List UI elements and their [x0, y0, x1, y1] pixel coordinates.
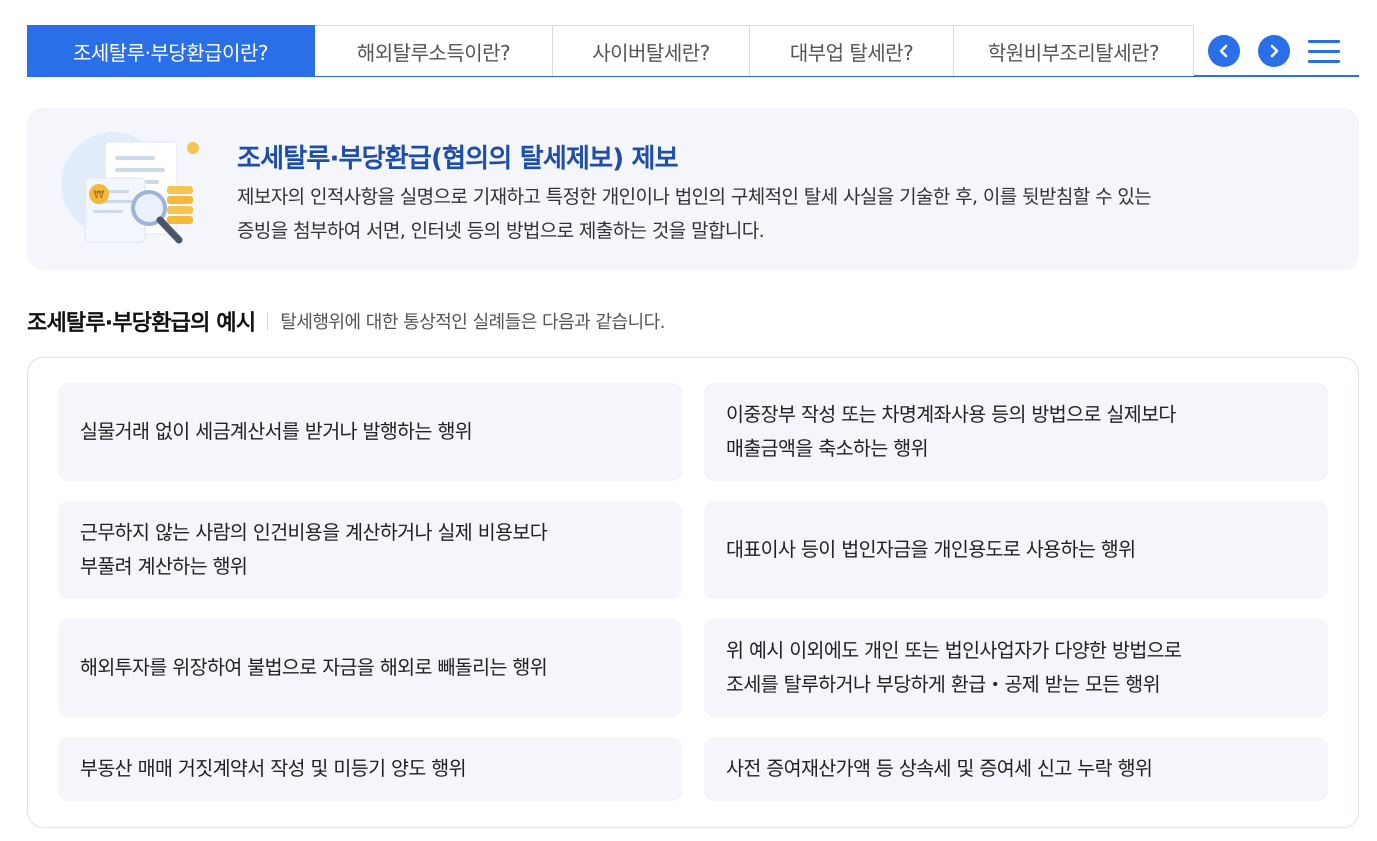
example-text: 근무하지 않는 사람의 인건비용을 계산하거나 실제 비용보다: [80, 521, 548, 544]
example-text: 사전 증여재산가액 등 상속세 및 증여세 신고 누락 행위: [726, 757, 1153, 780]
tab-menu-button[interactable]: [1308, 35, 1340, 67]
intro-box: ₩ 조세탈루·부당환급(협의의 탈세제보) 제보 제보자의 인적사항을 실명으로…: [27, 108, 1359, 270]
tab-overseas-income[interactable]: 해외탈루소득이란?: [315, 25, 553, 76]
document-magnifier-coins-icon: ₩: [61, 132, 199, 244]
examples-panel: 실물거래 없이 세금계산서를 받거나 발행하는 행위 이중장부 작성 또는 차명…: [27, 357, 1359, 828]
chevron-left-icon: [1219, 44, 1228, 58]
example-card: 이중장부 작성 또는 차명계좌사용 등의 방법으로 실제보다 매출금액을 축소하…: [704, 383, 1328, 481]
intro-desc-line-1: 제보자의 인적사항을 실명으로 기재하고 특정한 개인이나 법인의 구체적인 탈…: [237, 186, 1152, 208]
hamburger-menu-icon: [1308, 39, 1340, 43]
chevron-right-icon: [1270, 44, 1279, 58]
tab-loan-business-tax-evasion[interactable]: 대부업 탈세란?: [750, 25, 954, 76]
example-card: 위 예시 이외에도 개인 또는 법인사업자가 다양한 방법으로 조세를 탈루하거…: [704, 619, 1328, 717]
example-card: 대표이사 등이 법인자금을 개인용도로 사용하는 행위: [704, 501, 1328, 599]
tab-bar: 조세탈루·부당환급이란? 해외탈루소득이란? 사이버탈세란? 대부업 탈세란? …: [27, 25, 1359, 77]
intro-title: 조세탈루·부당환급(협의의 탈세제보) 제보: [237, 144, 679, 174]
example-text: 실물거래 없이 세금계산서를 받거나 발행하는 행위: [80, 420, 473, 443]
example-text: 위 예시 이외에도 개인 또는 법인사업자가 다양한 방법으로: [726, 639, 1182, 662]
tab-cyber-tax-evasion[interactable]: 사이버탈세란?: [553, 25, 750, 76]
svg-text:₩: ₩: [94, 188, 105, 201]
example-text-line-2: 조세를 탈루하거나 부당하게 환급・공제 받는 모든 행위: [726, 673, 1161, 696]
examples-title: 조세탈루·부당환급의 예시: [27, 311, 256, 336]
example-text: 이중장부 작성 또는 차명계좌사용 등의 방법으로 실제보다: [726, 403, 1176, 426]
example-card: 부동산 매매 거짓계약서 작성 및 미등기 양도 행위: [58, 737, 682, 801]
example-text-line-2: 부풀려 계산하는 행위: [80, 555, 248, 578]
tab-next-button[interactable]: [1258, 35, 1290, 67]
intro-description: 제보자의 인적사항을 실명으로 기재하고 특정한 개인이나 법인의 구체적인 탈…: [237, 180, 1327, 248]
tab-prev-button[interactable]: [1208, 35, 1240, 67]
example-card: 사전 증여재산가액 등 상속세 및 증여세 신고 누락 행위: [704, 737, 1328, 801]
header-divider: [267, 312, 269, 330]
tab-list: 조세탈루·부당환급이란? 해외탈루소득이란? 사이버탈세란? 대부업 탈세란? …: [27, 25, 1194, 76]
intro-desc-line-2: 증빙을 첨부하여 서면, 인터넷 등의 방법으로 제출하는 것을 말합니다.: [237, 220, 765, 242]
example-text: 부동산 매매 거짓계약서 작성 및 미등기 양도 행위: [80, 757, 467, 780]
tab-academy-fee-tax-evasion[interactable]: 학원비부조리탈세란?: [954, 25, 1194, 76]
example-text-line-2: 매출금액을 축소하는 행위: [726, 437, 929, 460]
example-text: 대표이사 등이 법인자금을 개인용도로 사용하는 행위: [726, 538, 1136, 561]
examples-header: 조세탈루·부당환급의 예시 탈세행위에 대한 통상적인 실례들은 다음과 같습니…: [27, 305, 665, 337]
example-text: 해외투자를 위장하여 불법으로 자금을 해외로 빼돌리는 행위: [80, 656, 548, 679]
example-card: 근무하지 않는 사람의 인건비용을 계산하거나 실제 비용보다 부풀려 계산하는…: [58, 501, 682, 599]
tab-tax-evasion-refund[interactable]: 조세탈루·부당환급이란?: [27, 25, 315, 76]
example-card: 실물거래 없이 세금계산서를 받거나 발행하는 행위: [58, 383, 682, 481]
example-card: 해외투자를 위장하여 불법으로 자금을 해외로 빼돌리는 행위: [58, 619, 682, 717]
examples-subtitle: 탈세행위에 대한 통상적인 실례들은 다음과 같습니다.: [280, 312, 665, 333]
